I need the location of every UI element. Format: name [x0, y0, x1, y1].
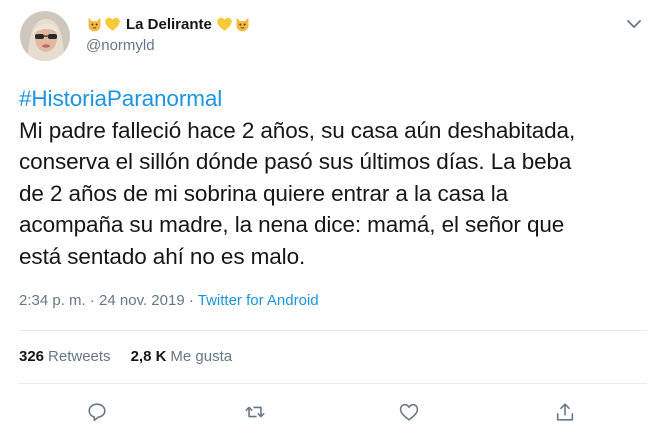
tweet-text-line: está sentado ahí no es malo.	[19, 243, 306, 269]
cat-face-icon	[234, 16, 251, 33]
hashtag-link[interactable]: #HistoriaParanormal	[19, 83, 659, 115]
tweet-text: #HistoriaParanormal Mi padre falleció ha…	[19, 83, 659, 272]
tweet-meta: 2:34 p. m. · 24 nov. 2019 · Twitter for …	[19, 292, 319, 309]
divider	[19, 383, 647, 384]
yellow-heart-icon	[104, 16, 121, 33]
tweet-text-line: Mi padre falleció hace 2 años, su casa a…	[19, 117, 576, 143]
tweet-text-line: conserva el sillón dónde pasó sus último…	[19, 149, 572, 174]
meta-separator: ·	[184, 292, 198, 309]
retweets-count: 326	[19, 348, 45, 365]
tweet-timestamp[interactable]: 2:34 p. m. · 24 nov. 2019	[19, 292, 185, 309]
share-icon	[556, 403, 574, 421]
cat-face-icon	[86, 16, 103, 33]
chevron-down-icon[interactable]	[625, 17, 643, 29]
display-name-row[interactable]: La Delirante	[86, 13, 251, 35]
display-name: La Delirante	[126, 15, 212, 33]
likes-count: 2,8 K	[130, 348, 167, 365]
reply-icon	[88, 403, 106, 422]
retweets-stat[interactable]: 326 Retweets	[19, 348, 111, 365]
likes-label: Me gusta	[170, 348, 233, 365]
retweet-button[interactable]	[242, 399, 268, 425]
yellow-heart-icon	[216, 16, 233, 33]
reply-button[interactable]	[84, 399, 110, 425]
tweet-stats: 326 Retweets 2,8 K Me gusta	[19, 348, 232, 365]
likes-stat[interactable]: 2,8 K Me gusta	[131, 348, 233, 365]
divider	[19, 330, 647, 331]
tweet-source[interactable]: Twitter for Android	[198, 292, 319, 309]
like-icon	[399, 403, 419, 421]
avatar-photo	[20, 11, 70, 61]
tweet-text-line: de 2 años de mi sobrina quiere entrar a …	[19, 180, 509, 206]
retweets-label: Retweets	[48, 348, 111, 365]
tweet-text-line: acompaña su madre, la nena dice: mamá, e…	[19, 212, 565, 237]
like-button[interactable]	[396, 399, 422, 425]
share-button[interactable]	[552, 399, 578, 425]
user-handle[interactable]: @normyld	[86, 37, 155, 54]
retweet-icon	[245, 406, 265, 418]
avatar[interactable]	[20, 11, 70, 61]
